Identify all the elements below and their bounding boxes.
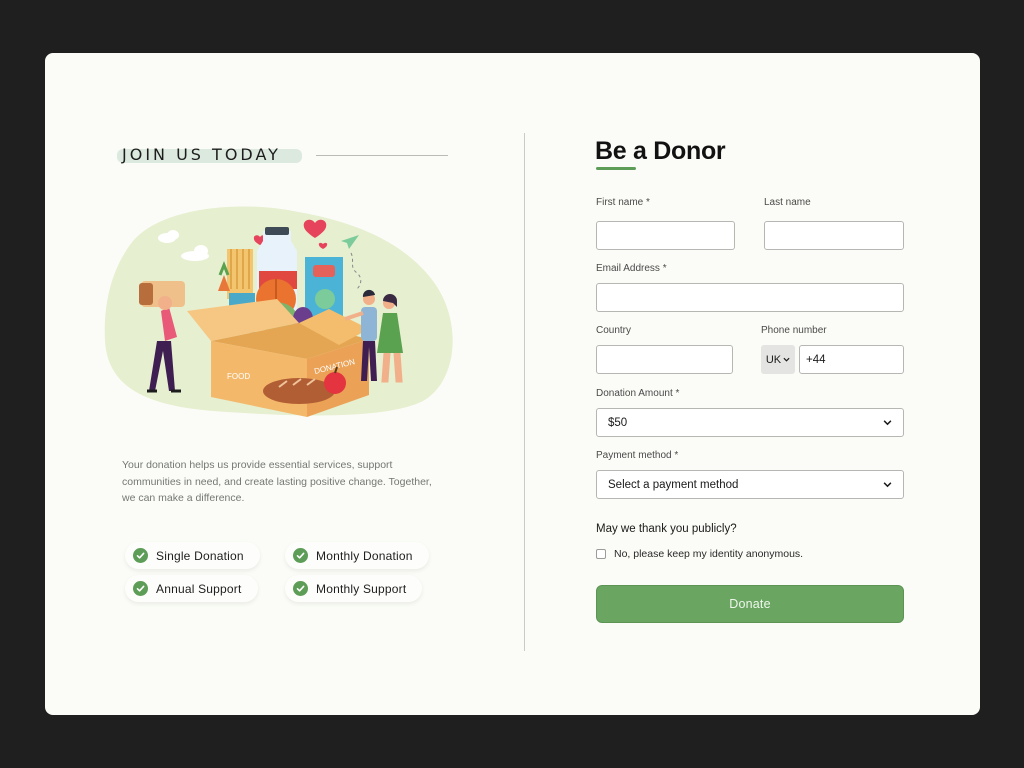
payment-label: Payment method * (596, 450, 679, 461)
title-underline (596, 167, 636, 170)
last-name-field[interactable] (764, 221, 904, 250)
phone-label: Phone number (761, 325, 827, 336)
last-name-label: Last name (764, 197, 811, 208)
option-monthly-support: Monthly Support (285, 575, 423, 602)
check-circle-icon (133, 581, 148, 596)
heading-rule (316, 155, 448, 156)
join-heading: JOIN US TODAY (117, 143, 302, 165)
option-single-donation: Single Donation (125, 542, 260, 569)
option-label: Monthly Support (316, 581, 407, 596)
option-monthly-donation: Monthly Donation (285, 542, 429, 569)
email-field[interactable] (596, 283, 904, 312)
phone-country-code: UK (765, 353, 782, 366)
thank-publicly-question: May we thank you publicly? (596, 523, 737, 535)
option-label: Annual Support (156, 581, 242, 596)
amount-label: Donation Amount * (596, 388, 680, 399)
check-circle-icon (133, 548, 148, 563)
anonymous-option[interactable]: No, please keep my identity anonymous. (596, 548, 803, 560)
payment-method-select[interactable]: Select a payment method (596, 470, 904, 499)
option-annual-support: Annual Support (125, 575, 258, 602)
option-label: Monthly Donation (316, 548, 413, 563)
first-name-label: First name * (596, 197, 650, 208)
country-label: Country (596, 325, 632, 336)
check-circle-icon (293, 548, 308, 563)
phone-country-select[interactable]: UK (761, 345, 795, 374)
form-title: Be a Donor (595, 137, 726, 165)
chevron-down-icon (883, 482, 892, 488)
apple (324, 372, 346, 394)
donation-amount-value: $50 (608, 416, 628, 429)
food-donation-illustration: FOOD DONATION (104, 206, 453, 417)
anonymous-checkbox[interactable] (596, 549, 606, 559)
join-heading-text: JOIN US TODAY (122, 144, 281, 164)
check-circle-icon (293, 581, 308, 596)
email-label: Email Address * (596, 263, 667, 274)
option-label: Single Donation (156, 548, 244, 563)
donation-description: Your donation helps us provide essential… (122, 459, 432, 504)
phone-field[interactable]: +44 (799, 345, 904, 374)
payment-method-value: Select a payment method (608, 478, 739, 491)
country-field[interactable] (596, 345, 733, 374)
column-divider (524, 133, 525, 651)
chevron-down-icon (783, 357, 790, 362)
donation-amount-select[interactable]: $50 (596, 408, 904, 437)
anonymous-label: No, please keep my identity anonymous. (614, 548, 804, 560)
donate-button[interactable]: Donate (596, 585, 904, 623)
box-label-food: FOOD (227, 372, 250, 381)
chevron-down-icon (883, 420, 892, 426)
donation-card: JOIN US TODAY FOOD DONATION Your donatio… (45, 53, 980, 715)
first-name-field[interactable] (596, 221, 735, 250)
